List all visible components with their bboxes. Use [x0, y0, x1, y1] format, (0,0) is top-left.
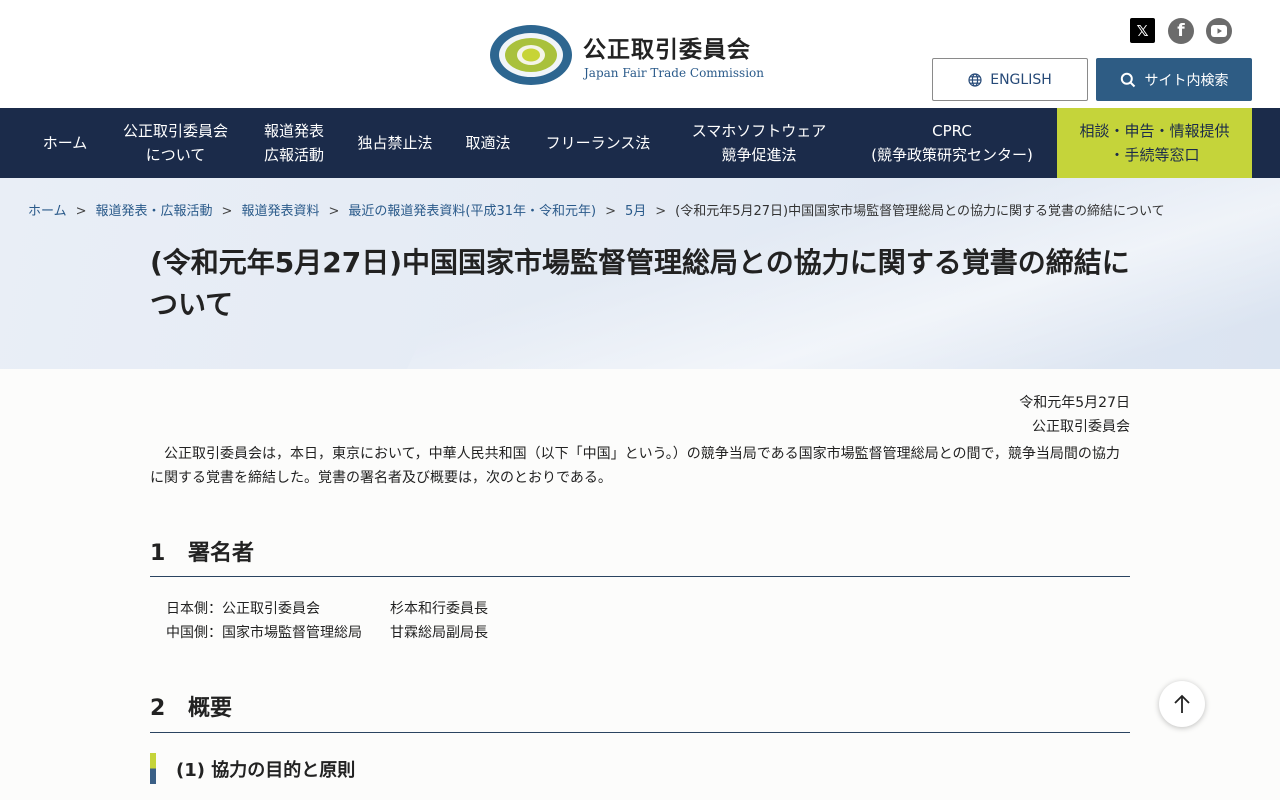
nav-press[interactable]: 報道発表 広報活動	[250, 108, 338, 178]
jftc-logo[interactable]	[489, 24, 573, 86]
english-label: ENGLISH	[990, 71, 1052, 88]
section-divider	[150, 576, 1130, 577]
english-button[interactable]: ENGLISH	[932, 58, 1088, 101]
breadcrumb-home[interactable]: ホーム	[28, 204, 67, 219]
breadcrumb-press[interactable]: 報道発表・広報活動	[96, 204, 213, 219]
heading-accent-bar	[150, 753, 156, 784]
breadcrumb: ホーム > 報道発表・広報活動 > 報道発表資料 > 最近の報道発表資料(平成31年・令和元…	[28, 204, 1165, 219]
search-label: サイト内検索	[1144, 72, 1229, 89]
breadcrumb-recent-press[interactable]: 最近の報道発表資料(平成31年・令和元年)	[348, 204, 596, 219]
globe-icon	[968, 72, 982, 87]
signatory-row: 中国側：国家市場監督管理総局 甘霖総局副局長	[166, 625, 488, 641]
arrow-up-icon	[1174, 694, 1190, 713]
section-divider	[150, 732, 1130, 733]
signatory-row: 日本側：公正取引委員会 杉本和行委員長	[166, 601, 488, 617]
site-header: 公正取引委員会 Japan Fair Trade Commission 𝕏 f …	[0, 0, 1280, 108]
back-to-top-button[interactable]	[1159, 681, 1205, 727]
intro-paragraph: 公正取引委員会は，本日，東京において，中華人民共和国（以下「中国」という。）の競…	[150, 446, 1120, 486]
subsection-heading: (1) 協力の目的と原則	[150, 753, 355, 784]
section-heading-signatories: 1 署名者	[150, 541, 255, 566]
nav-consultation[interactable]: 相談・申告・情報提供 ・手続等窓口	[1057, 108, 1252, 178]
global-nav: ホーム 公正取引委員会 について 報道発表 広報活動 独占禁止法 取適法 フリーラン…	[0, 108, 1280, 178]
issuer: 公正取引委員会	[1032, 419, 1130, 435]
youtube-icon[interactable]	[1206, 18, 1232, 44]
nav-cprc[interactable]: CPRC (競争政策研究センター)	[852, 108, 1052, 178]
site-subtitle: Japan Fair Trade Commission	[584, 66, 764, 80]
nav-about[interactable]: 公正取引委員会 について	[108, 108, 243, 178]
page-title: (令和元年5月27日)中国国家市場監督管理総局との協力に関する覚書の締結について	[150, 246, 1130, 321]
nav-torihiki-act[interactable]: 取適法	[452, 108, 524, 178]
nav-antimonopoly-act[interactable]: 独占禁止法	[345, 108, 445, 178]
date-block: 令和元年5月27日 公正取引委員会	[900, 391, 1130, 439]
facebook-icon[interactable]: f	[1168, 18, 1194, 44]
page-header: ホーム > 報道発表・広報活動 > 報道発表資料 > 最近の報道発表資料(平成31年・令和元…	[0, 178, 1280, 369]
signatories-list: 日本側：公正取引委員会 杉本和行委員長 中国側：国家市場監督管理総局 甘霖総局副…	[166, 597, 488, 645]
main-content: 令和元年5月27日 公正取引委員会 公正取引委員会は，本日，東京において，中華人…	[0, 369, 1280, 800]
release-date: 令和元年5月27日	[1019, 395, 1130, 411]
nav-smartphone-act[interactable]: スマホソフトウェア 競争促進法	[673, 108, 845, 178]
breadcrumb-current: (令和元年5月27日)中国国家市場監督管理総局との協力に関する覚書の締結について	[675, 204, 1165, 219]
section-heading-overview: 2 概要	[150, 696, 233, 721]
breadcrumb-may[interactable]: 5月	[625, 204, 646, 219]
search-icon	[1120, 72, 1135, 87]
x-icon[interactable]: 𝕏	[1130, 18, 1155, 43]
nav-home[interactable]: ホーム	[30, 108, 100, 178]
site-search-button[interactable]: サイト内検索	[1096, 58, 1252, 101]
breadcrumb-press-materials[interactable]: 報道発表資料	[241, 204, 319, 219]
site-title[interactable]: 公正取引委員会	[583, 30, 751, 64]
nav-freelance-act[interactable]: フリーランス法	[530, 108, 666, 178]
